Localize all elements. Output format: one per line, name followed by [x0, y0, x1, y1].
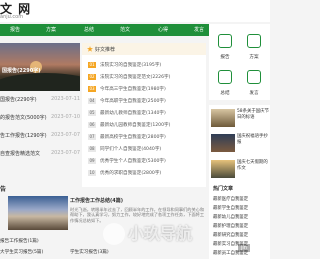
chart-icon — [218, 70, 232, 84]
popular-item[interactable]: 最新医疗自我鉴定 — [213, 196, 268, 202]
list-item[interactable]: 02 法院实习的自我鉴定范文(2226字) — [88, 74, 204, 80]
list-item[interactable]: 自查报告精选范文 2023-07-07 — [0, 150, 80, 157]
list-item[interactable]: 的报告范文(5000字) 2023-07-10 — [0, 114, 80, 121]
rank-number: 07 — [88, 134, 96, 140]
list-item-title[interactable]: 最新幼儿教师自我鉴定(1340字) — [100, 110, 166, 116]
list-item-title[interactable]: 自查报告精选范文 — [0, 150, 58, 157]
list-item-title[interactable]: 今年高职学生自我鉴定(2500字) — [100, 98, 166, 104]
featured-slider[interactable]: 国报告(2290字) — [0, 43, 80, 91]
rank-number: 03 — [88, 86, 96, 92]
list-item[interactable]: 06 最新幼儿园教师自我鉴定(1200字) — [88, 122, 204, 128]
list-item[interactable]: 08 同学们个人自我鉴定(4040字) — [88, 146, 204, 152]
report-link[interactable]: 学生实习报告(3篇) — [70, 249, 109, 255]
list-item-date: 2023-07-07 — [50, 132, 80, 138]
nav-item-report[interactable]: 报告 — [4, 24, 26, 36]
recommended-card: 好文推荐 01 法院实习的自我鉴定(3195字) 02 法院实习的自我鉴定范文(22… — [82, 43, 206, 187]
report-link[interactable]: 报告工作报告(1篇) — [0, 238, 39, 244]
watermark-tag: jin — [238, 244, 250, 252]
slider-caption[interactable]: 国报告(2290字) — [2, 67, 41, 74]
nav-item-speech[interactable]: 发言 — [188, 24, 210, 36]
list-item-date: 2023-07-11 — [50, 96, 80, 102]
report-title[interactable]: 工作报告工作总结(4篇) — [70, 197, 123, 204]
rank-number: 05 — [88, 110, 96, 116]
category-label: 总结 — [220, 91, 230, 96]
article-title[interactable]: 国庆七天假期的作文 — [237, 160, 270, 171]
rank-number: 02 — [88, 74, 96, 80]
rank-number: 04 — [88, 98, 96, 104]
nav-item-plan[interactable]: 方案 — [40, 24, 62, 36]
category-report[interactable]: 报告 — [211, 26, 239, 62]
microphone-icon — [247, 70, 261, 84]
popular-item[interactable]: 最新研究自我鉴定 — [213, 232, 268, 238]
recommended-card-header: 好文推荐 — [82, 43, 206, 55]
article-title[interactable]: 国庆祝福语手抄报 — [237, 134, 270, 145]
report-section-header: 告 — [0, 182, 206, 194]
watermark-text: 小玖导航 — [128, 224, 193, 243]
list-item-date: 2023-07-10 — [50, 114, 80, 120]
list-item[interactable]: 05 最新幼儿教师自我鉴定(1340字) — [88, 110, 204, 116]
rank-number: 08 — [88, 146, 96, 152]
nav-item-experience[interactable]: 心得 — [152, 24, 174, 36]
popular-title: 热门文章 — [213, 186, 234, 192]
clipboard-icon — [247, 34, 261, 48]
list-item-title[interactable]: 优秀学生个人自我鉴定(5300字) — [100, 158, 166, 164]
section-title: 告 — [0, 186, 7, 193]
list-item-title[interactable]: 同学们个人自我鉴定(4040字) — [100, 146, 161, 152]
article-thumbnail[interactable] — [211, 134, 235, 152]
list-item[interactable]: 国报告(2290字) 2023-07-11 — [0, 96, 80, 103]
popular-item[interactable]: 最新幼儿自我鉴定 — [213, 214, 268, 220]
list-item-title[interactable]: 法院实习的自我鉴定范文(2226字) — [100, 74, 170, 80]
slider-hill — [0, 73, 80, 91]
list-item[interactable]: 03 今年高三学生自我鉴定(1980字) — [88, 86, 204, 92]
rank-number: 09 — [88, 158, 96, 164]
list-item[interactable]: 告工作报告(1290字) 2023-07-07 — [0, 132, 80, 139]
list-item[interactable]: 01 法院实习的自我鉴定(3195字) — [88, 62, 204, 68]
report-link[interactable]: 大学生实习报告(5篇) — [0, 249, 43, 255]
category-speech[interactable]: 发言 — [240, 62, 268, 98]
list-item-title[interactable]: 的报告范文(5000字) — [0, 114, 58, 121]
popular-item[interactable]: 最新学生自我鉴定 — [213, 205, 268, 211]
list-item-title[interactable]: 最新幼儿园教师自我鉴定(1200字) — [100, 122, 170, 128]
list-item[interactable]: 07 最新高校学生自我鉴定(2800字) — [88, 134, 204, 140]
article-title[interactable]: 58条关于国庆节日的标语 — [237, 109, 270, 120]
list-item-title[interactable]: 今年高三学生自我鉴定(1980字) — [100, 86, 166, 92]
star-icon — [87, 46, 93, 52]
site-header: 文 网 anju.com — [0, 0, 270, 22]
article-thumbnail[interactable] — [211, 160, 235, 178]
nav-item-summary[interactable]: 总结 — [78, 24, 100, 36]
category-plan[interactable]: 方案 — [240, 26, 268, 62]
list-item-title[interactable]: 告工作报告(1290字) — [0, 132, 58, 139]
nav-item-essay[interactable]: 范文 — [114, 24, 136, 36]
list-item-title[interactable]: 最新高校学生自我鉴定(2800字) — [100, 134, 166, 140]
report-thumbnail[interactable] — [8, 196, 68, 230]
site-domain: anju.com — [0, 14, 24, 20]
list-item-title[interactable]: 法院实习的自我鉴定(3195字) — [100, 62, 161, 68]
list-item[interactable]: 09 优秀学生个人自我鉴定(5300字) — [88, 158, 204, 164]
category-grid: 报告 方案 总结 发言 — [209, 24, 270, 100]
category-label: 方案 — [249, 55, 259, 60]
article-thumbnail[interactable] — [211, 109, 235, 127]
rank-number: 01 — [88, 62, 96, 68]
popular-item[interactable]: 最新护理自我鉴定 — [213, 223, 268, 229]
rank-number: 06 — [88, 122, 96, 128]
list-item-date: 2023-07-07 — [50, 150, 80, 156]
recommended-card-title: 好文推荐 — [95, 47, 116, 53]
document-icon — [218, 34, 232, 48]
list-item-title[interactable]: 国报告(2290字) — [0, 96, 58, 103]
list-item[interactable]: 10 优秀的求职自我鉴定(2800字) — [88, 170, 204, 176]
rank-number: 10 — [88, 170, 96, 176]
watermark-logo — [103, 223, 125, 245]
category-label: 发言 — [249, 91, 259, 96]
right-article-list: 58条关于国庆节日的标语 国庆祝福语手抄报 国庆七天假期的作文 — [209, 105, 270, 187]
list-item[interactable]: 04 今年高职学生自我鉴定(2500字) — [88, 98, 204, 104]
category-summary[interactable]: 总结 — [211, 62, 239, 98]
list-item-title[interactable]: 优秀的求职自我鉴定(2800字) — [100, 170, 161, 176]
category-label: 报告 — [220, 55, 230, 60]
